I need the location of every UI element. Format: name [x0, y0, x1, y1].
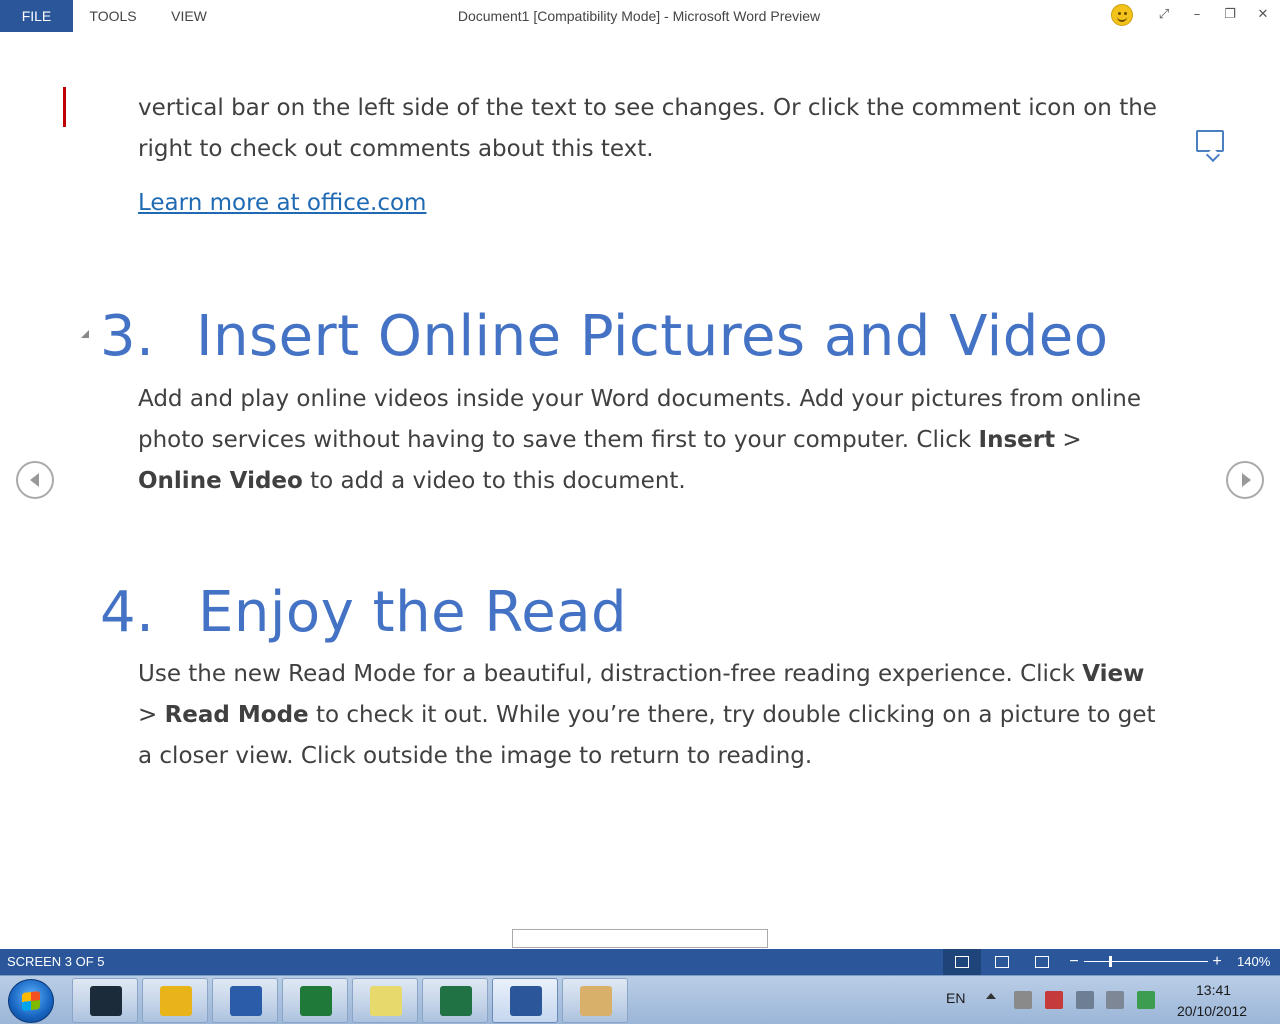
status-bar: SCREEN 3 OF 5 − + 140%: [0, 949, 1280, 975]
paint-icon: [580, 986, 612, 1016]
section-4-heading: Enjoy the Read: [198, 580, 628, 645]
view-menu-button[interactable]: VIEW: [160, 0, 218, 32]
word-2010-icon: [230, 986, 262, 1016]
section-3-number: 3.: [100, 304, 155, 369]
zoom-slider[interactable]: [1084, 961, 1208, 962]
section-4-bold-view: View: [1082, 661, 1145, 687]
taskbar-skull-app-button[interactable]: [72, 978, 138, 1023]
web-layout-button[interactable]: [1023, 949, 1061, 975]
print-layout-button[interactable]: [983, 949, 1021, 975]
chrome-canary-icon: [160, 986, 192, 1016]
horizontal-scrollbar[interactable]: [512, 929, 768, 948]
clock-date[interactable]: 20/10/2012: [1177, 1003, 1247, 1019]
sync-icon[interactable]: [1137, 991, 1155, 1009]
section-3-paragraph: Add and play online videos inside your W…: [138, 379, 1168, 502]
excel-2010-icon: [300, 986, 332, 1016]
zoom-out-button[interactable]: −: [1067, 949, 1081, 975]
paragraph-intro: vertical bar on the left side of the tex…: [138, 95, 1157, 162]
file-menu-button[interactable]: FILE: [0, 0, 73, 32]
zoom-slider-thumb[interactable]: [1108, 956, 1112, 967]
windows-taskbar: EN 13:41 20/10/2012: [0, 975, 1280, 1024]
comment-icon[interactable]: [1196, 130, 1224, 152]
tools-menu-button[interactable]: TOOLS: [80, 0, 146, 32]
title-bar: FILE TOOLS VIEW Document1 [Compatibility…: [0, 0, 1280, 32]
zoom-in-button[interactable]: +: [1210, 949, 1224, 975]
document-reading-area[interactable]: vertical bar on the left side of the tex…: [0, 32, 1280, 949]
language-indicator[interactable]: EN: [946, 990, 965, 1006]
section-4-paragraph: Use the new Read Mode for a beautiful, d…: [138, 654, 1168, 777]
feedback-smiley-icon[interactable]: [1111, 4, 1133, 26]
fullscreen-button[interactable]: ⤢: [1152, 4, 1176, 26]
network-icon[interactable]: [1076, 991, 1094, 1009]
taskbar-word-2010-button[interactable]: [212, 978, 278, 1023]
section-3-text-b: >: [1055, 427, 1082, 453]
section-3-heading: Insert Online Pictures and Video: [196, 304, 1109, 369]
zoom-level[interactable]: 140%: [1237, 949, 1270, 975]
collapse-heading-icon[interactable]: [81, 330, 89, 338]
taskbar-chrome-canary-button[interactable]: [142, 978, 208, 1023]
section-4-text-b: >: [138, 702, 165, 728]
show-hidden-icons-icon[interactable]: [986, 993, 996, 999]
screen-counter: SCREEN 3 OF 5: [7, 954, 105, 969]
word-2013-icon: [510, 986, 542, 1016]
web-icon: [1035, 956, 1049, 968]
skull-app-icon: [90, 986, 122, 1016]
previous-screen-button[interactable]: [16, 461, 54, 499]
taskbar-excel-2013-button[interactable]: [422, 978, 488, 1023]
section-3-bold-online-video: Online Video: [138, 468, 303, 494]
taskbar-word-2013-button[interactable]: [492, 978, 558, 1023]
volume-icon[interactable]: [1106, 991, 1124, 1009]
taskbar-excel-2010-button[interactable]: [282, 978, 348, 1023]
section-3-text-c: to add a video to this document.: [302, 468, 686, 494]
book-icon: [955, 956, 969, 968]
page-icon: [995, 956, 1009, 968]
read-mode-button[interactable]: [943, 949, 981, 975]
learn-more-link[interactable]: Learn more at office.com: [138, 186, 426, 220]
action-center-flag-icon[interactable]: [1045, 991, 1063, 1009]
next-screen-button[interactable]: [1226, 461, 1264, 499]
sticky-notes-icon: [370, 986, 402, 1016]
pen-icon[interactable]: [1014, 991, 1032, 1009]
window-title: Document1 [Compatibility Mode] - Microso…: [457, 8, 821, 24]
taskbar-sticky-notes-button[interactable]: [352, 978, 418, 1023]
section-3-bold-insert: Insert: [978, 427, 1056, 453]
close-button[interactable]: ✕: [1251, 4, 1275, 26]
taskbar-paint-button[interactable]: [562, 978, 628, 1023]
restore-button[interactable]: ❐: [1218, 4, 1242, 26]
clock-time[interactable]: 13:41: [1196, 982, 1231, 998]
section-4-text-a: Use the new Read Mode for a beautiful, d…: [138, 661, 1083, 687]
track-changes-bar[interactable]: [63, 87, 66, 127]
excel-2013-icon: [440, 986, 472, 1016]
minimize-button[interactable]: –: [1185, 4, 1209, 26]
start-button[interactable]: [8, 979, 54, 1023]
section-4-bold-read-mode: Read Mode: [164, 702, 309, 728]
section-4-number: 4.: [100, 580, 155, 645]
